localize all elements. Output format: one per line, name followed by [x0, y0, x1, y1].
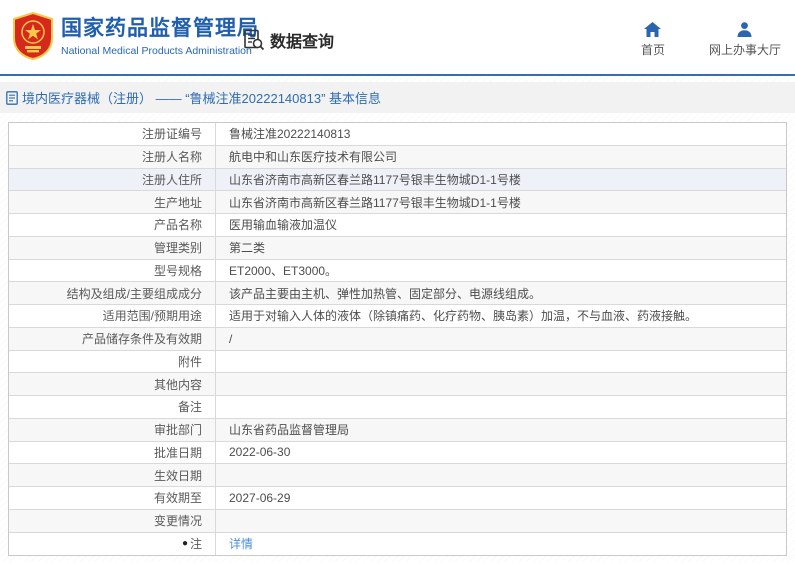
- row-label: 批准日期: [9, 441, 216, 464]
- person-icon: [737, 22, 752, 37]
- site-title: 国家药品监督管理局: [61, 16, 259, 40]
- nav-service-hall-label: 网上办事大厅: [708, 43, 781, 57]
- row-value: 山东省药品监督管理局: [229, 423, 350, 438]
- site-header: 国家药品监督管理局 National Medical Products Admi…: [0, 0, 795, 76]
- row-label: 审批部门: [9, 418, 216, 441]
- row-value: 适用于对输入人体的液体（除镇痛药、化疗药物、胰岛素）加温，不与血液、药液接触。: [229, 309, 698, 324]
- table-row: 适用范围/预期用途 适用于对输入人体的液体（除镇痛药、化疗药物、胰岛素）加温，不…: [9, 305, 786, 328]
- registration-info-table: 注册证编号 鲁械注准20222140813 注册人名称 航电中和山东医疗技术有限…: [8, 122, 787, 557]
- home-icon: [644, 22, 662, 37]
- row-value: [216, 464, 786, 486]
- data-query-label: 数据查询: [270, 34, 335, 51]
- table-row: 生产地址 山东省济南市高新区春兰路1177号银丰生物城D1-1号楼: [9, 191, 786, 214]
- row-value: ET2000、ET3000。: [229, 263, 338, 278]
- table-row: 产品储存条件及有效期 /: [9, 327, 786, 351]
- row-label: 变更情况: [9, 509, 216, 532]
- row-value: [216, 351, 786, 373]
- table-row: 批准日期 2022-06-30: [9, 441, 786, 465]
- breadcrumb-text: 境内医疗器械（注册） —— “鲁械注准20222140813” 基本信息: [22, 91, 382, 106]
- site-subtitle: National Medical Products Administration: [61, 44, 252, 57]
- table-row: 管理类别 第二类: [9, 236, 786, 260]
- note-label: 注: [189, 537, 202, 552]
- note-icon: ●: [181, 537, 188, 549]
- table-row-note: ● 注 详情: [9, 532, 786, 556]
- table-row: 注册证编号 鲁械注准20222140813: [9, 123, 786, 146]
- page-icon: [6, 90, 18, 105]
- row-value: 山东省济南市高新区春兰路1177号银丰生物城D1-1号楼: [229, 195, 521, 210]
- row-value: [216, 510, 786, 532]
- row-value: 该产品主要由主机、弹性加热管、固定部分、电源线组成。: [229, 286, 542, 301]
- main-content: 境内医疗器械（注册） —— “鲁械注准20222140813” 基本信息 注册证…: [0, 76, 795, 562]
- row-label: 有效期至: [9, 487, 216, 509]
- table-row: 注册人住所 山东省济南市高新区春兰路1177号银丰生物城D1-1号楼: [9, 168, 786, 192]
- row-value: 2027-06-29: [229, 490, 291, 505]
- table-row: 注册人名称 航电中和山东医疗技术有限公司: [9, 145, 786, 169]
- breadcrumb-bar: 境内医疗器械（注册） —— “鲁械注准20222140813” 基本信息: [0, 82, 795, 113]
- table-row: 型号规格 ET2000、ET3000。: [9, 259, 786, 283]
- row-value: 详情: [216, 533, 786, 556]
- row-label: 管理类别: [9, 236, 216, 259]
- row-label: 型号规格: [9, 259, 216, 282]
- row-label: 注册证编号: [9, 123, 216, 145]
- row-label: 生产地址: [9, 191, 216, 213]
- data-query-tab[interactable]: 数据查询: [243, 28, 334, 52]
- table-row: 有效期至 2027-06-29: [9, 487, 786, 510]
- table-row: 产品名称 医用输血输液加温仪: [9, 214, 786, 237]
- row-label: 其他内容: [9, 373, 216, 395]
- row-value: 航电中和山东医疗技术有限公司: [229, 150, 398, 165]
- table-row: 备注: [9, 396, 786, 419]
- table-row: 附件: [9, 350, 786, 374]
- row-value: 医用输血输液加温仪: [229, 218, 338, 233]
- national-emblem-icon: [12, 12, 54, 60]
- table-row: 其他内容: [9, 373, 786, 396]
- nmpa-logo[interactable]: 国家药品监督管理局 National Medical Products Admi…: [12, 12, 259, 60]
- row-value: [216, 396, 786, 418]
- row-label: 结构及组成/主要组成成分: [9, 282, 216, 304]
- row-label: 产品名称: [9, 214, 216, 236]
- row-label: 生效日期: [9, 464, 216, 486]
- table-row: 结构及组成/主要组成成分 该产品主要由主机、弹性加热管、固定部分、电源线组成。: [9, 282, 786, 305]
- row-value: [216, 373, 786, 395]
- table-row: 生效日期: [9, 464, 786, 487]
- row-value: 2022-06-30: [229, 445, 291, 460]
- details-link[interactable]: 详情: [229, 535, 253, 552]
- table-row: 审批部门 山东省药品监督管理局: [9, 418, 786, 442]
- row-value: 鲁械注准20222140813: [229, 127, 351, 142]
- nav-home[interactable]: 首页: [633, 22, 673, 58]
- table-row: 变更情况: [9, 509, 786, 533]
- document-search-icon: [243, 29, 265, 51]
- row-value: 山东省济南市高新区春兰路1177号银丰生物城D1-1号楼: [229, 172, 521, 187]
- row-value: 第二类: [229, 241, 266, 256]
- row-value: /: [229, 331, 233, 346]
- top-nav: 首页 网上办事大厅: [633, 22, 781, 58]
- row-label: 适用范围/预期用途: [9, 305, 216, 327]
- row-label: 产品储存条件及有效期: [9, 327, 216, 350]
- row-label: 注册人住所: [9, 168, 216, 191]
- nav-service-hall[interactable]: 网上办事大厅: [709, 22, 781, 58]
- nav-home-label: 首页: [640, 43, 665, 57]
- row-label: 注册人名称: [9, 145, 216, 168]
- breadcrumb: 境内医疗器械（注册） —— “鲁械注准20222140813” 基本信息: [6, 88, 381, 107]
- row-label: 备注: [9, 396, 216, 418]
- row-label: 附件: [9, 350, 216, 373]
- row-label: ● 注: [9, 532, 216, 556]
